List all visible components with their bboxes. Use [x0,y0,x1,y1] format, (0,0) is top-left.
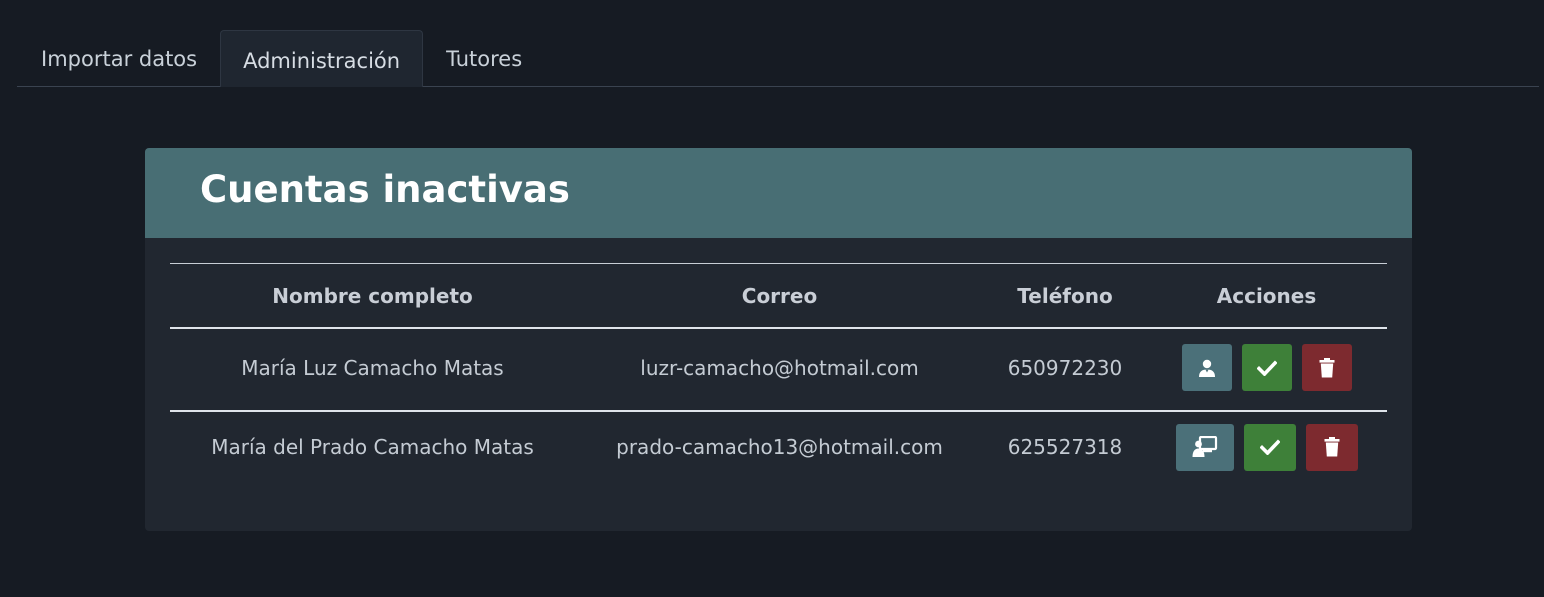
accounts-table-wrapper: Nombre completo Correo Teléfono Acciones… [170,263,1387,482]
inactive-accounts-card: Cuentas inactivas Nombre completo Correo… [145,148,1412,531]
cell-phone: 625527318 [1007,435,1123,459]
tab-importar-datos[interactable]: Importar datos [17,30,220,87]
tab-tutores[interactable]: Tutores [423,30,545,87]
change-role-button[interactable] [1175,423,1234,471]
header-actions: Acciones [1216,283,1317,308]
card-header: Cuentas inactivas [145,148,1412,238]
header-email: Correo [741,283,818,308]
row-actions [1146,344,1387,391]
cell-email: prado-camacho13@hotmail.com [616,435,943,459]
cell-actions [1146,328,1387,411]
tab-administracion[interactable]: Administración [220,30,424,87]
cell-email: luzr-camacho@hotmail.com [640,355,919,380]
page: Importar datos Administración Tutores Cu… [0,0,1544,597]
cell-name: María Luz Camacho Matas [241,355,504,380]
table-row: María Luz Camacho Matas luzr-camacho@hot… [170,328,1387,411]
cell-name: María del Prado Camacho Matas [211,435,534,459]
activate-button[interactable] [1241,344,1292,391]
tab-bar: Importar datos Administración Tutores [17,28,1539,87]
table-body: María Luz Camacho Matas luzr-camacho@hot… [170,328,1387,482]
teacher-icon [1192,436,1217,457]
header-phone: Teléfono [1017,283,1113,308]
table-head: Nombre completo Correo Teléfono Acciones [170,263,1387,328]
row-actions [1146,423,1387,471]
check-icon [1256,359,1277,376]
accounts-table: Nombre completo Correo Teléfono Acciones… [170,263,1387,482]
delete-button[interactable] [1305,423,1358,471]
cell-actions [1146,411,1387,482]
delete-button[interactable] [1301,344,1352,391]
table-row: María del Prado Camacho Matas prado-cama… [170,411,1387,482]
activate-button[interactable] [1243,423,1296,471]
user-icon [1198,359,1215,377]
trash-icon [1319,357,1334,377]
change-role-button[interactable] [1181,344,1232,391]
trash-icon [1324,437,1339,457]
cell-phone: 650972230 [1007,355,1123,380]
check-icon [1259,439,1280,455]
card-title: Cuentas inactivas [200,167,570,211]
header-name: Nombre completo [272,283,473,308]
header-row: Nombre completo Correo Teléfono Acciones [170,263,1387,328]
